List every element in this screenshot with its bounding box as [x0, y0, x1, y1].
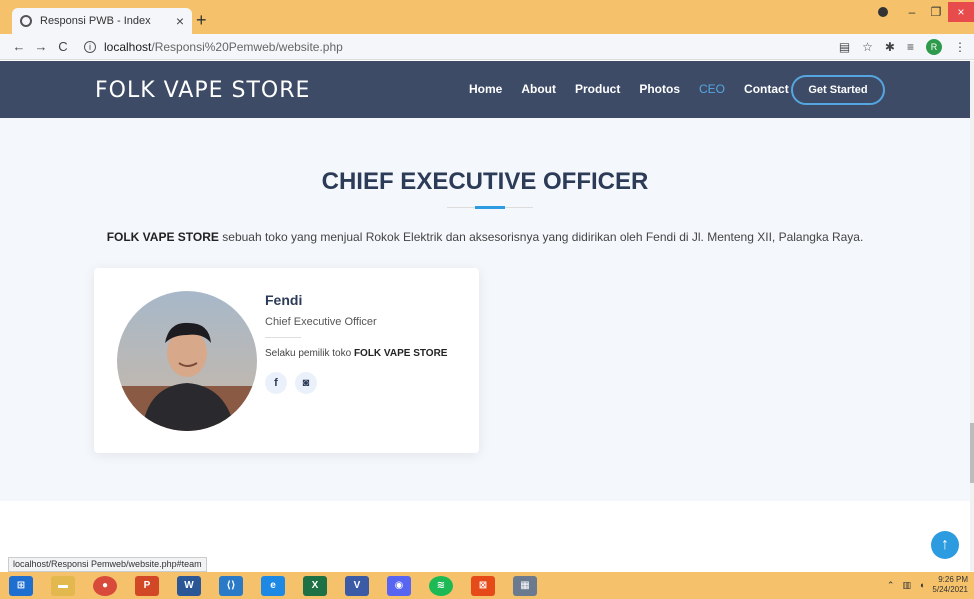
clock-date: 5/24/2021	[932, 585, 968, 594]
app-icon[interactable]: ▦	[513, 575, 537, 596]
tab-close-icon[interactable]: ×	[176, 13, 184, 29]
powerpoint-icon[interactable]: P	[135, 575, 159, 596]
spotify-icon[interactable]: ≋	[429, 575, 453, 596]
visio-icon[interactable]: V	[345, 575, 369, 596]
site-logo[interactable]: FOLK VAPE STORE	[95, 78, 310, 103]
page-scrollbar[interactable]	[970, 61, 974, 571]
link-status-url: localhost/Responsi Pemweb/website.php#te…	[8, 557, 207, 572]
url-path: /Responsi%20Pemweb/website.php	[151, 39, 343, 54]
url-host: localhost	[104, 39, 152, 54]
close-window-button[interactable]: ×	[948, 2, 974, 22]
back-to-top-button[interactable]: ↑	[931, 531, 959, 559]
browser-tab[interactable]: Responsi PWB - Index ×	[12, 8, 192, 34]
url-field[interactable]: i localhost /Responsi%20Pemweb/website.p…	[84, 40, 343, 54]
main-nav: Home About Product Photos CEO Contact	[469, 82, 789, 96]
nav-ceo[interactable]: CEO	[699, 82, 725, 96]
profile-avatar[interactable]: R	[926, 38, 942, 55]
reload-icon[interactable]: C	[52, 39, 74, 54]
member-name: Fendi	[265, 292, 303, 308]
scroll-thumb[interactable]	[970, 423, 974, 483]
nav-contact[interactable]: Contact	[744, 82, 789, 96]
back-icon[interactable]: ←	[8, 39, 30, 54]
star-icon[interactable]: ☆	[862, 40, 873, 54]
menu-icon[interactable]: ⋮	[954, 40, 966, 54]
tab-title: Responsi PWB - Index	[40, 15, 151, 27]
description-brand: FOLK VAPE STORE	[106, 230, 219, 244]
file-explorer-icon[interactable]: ▬	[51, 575, 75, 596]
member-card: Fendi Chief Executive Officer Selaku pem…	[94, 268, 479, 453]
address-bar: ← → C i localhost /Responsi%20Pemweb/web…	[0, 34, 974, 60]
new-tab-button[interactable]: +	[196, 10, 207, 31]
xampp-icon[interactable]: ⊠	[471, 575, 495, 596]
get-started-button[interactable]: Get Started	[791, 75, 885, 105]
window-controls: – ❐ ×	[878, 0, 974, 24]
system-tray: ⌃ ▥ ◖ 9:26 PM 5/24/2021	[887, 575, 968, 595]
member-role: Chief Executive Officer	[265, 316, 377, 328]
member-socials: f ◙	[265, 372, 317, 394]
section-title: CHIEF EXECUTIVE OFFICER	[321, 168, 649, 195]
discord-icon[interactable]: ◉	[387, 575, 411, 596]
network-icon[interactable]: ▥	[902, 580, 911, 591]
edge-icon[interactable]: e	[261, 575, 285, 596]
reading-list-icon[interactable]: ≡	[907, 40, 914, 54]
member-desc-brand: FOLK VAPE STORE	[353, 348, 448, 359]
start-icon[interactable]: ⊞	[9, 575, 33, 596]
instagram-icon[interactable]: ◙	[295, 372, 317, 394]
windows-taskbar: ⊞ ▬ ● P W ⟨⟩ e X V ◉ ≋ ⊠ ▦ ⌃ ▥ ◖ 9:26 PM…	[0, 572, 974, 599]
nav-photos[interactable]: Photos	[639, 82, 680, 96]
extensions-icon[interactable]: ✱	[885, 40, 895, 54]
facebook-icon[interactable]: f	[265, 372, 287, 394]
forward-icon[interactable]: →	[30, 39, 52, 54]
description-text: sebuah toko yang menjual Rokok Elektrik …	[218, 230, 864, 244]
word-icon[interactable]: W	[177, 575, 201, 596]
member-divider	[265, 337, 301, 338]
info-icon[interactable]: i	[84, 40, 96, 53]
member-description: Selaku pemilik toko FOLK VAPE STORE	[265, 348, 447, 359]
site-header: FOLK VAPE STORE Home About Product Photo…	[0, 61, 970, 118]
tray-chevron-icon[interactable]: ⌃	[887, 580, 895, 591]
restore-button[interactable]: ❐	[924, 5, 948, 19]
translate-icon[interactable]: ▤	[839, 40, 850, 54]
nav-home[interactable]: Home	[469, 82, 502, 96]
nav-about[interactable]: About	[521, 82, 556, 96]
nav-product[interactable]: Product	[575, 82, 620, 96]
vscode-icon[interactable]: ⟨⟩	[219, 575, 243, 596]
member-photo	[117, 291, 257, 431]
minimize-button[interactable]: –	[900, 5, 924, 19]
browser-tab-bar: Responsi PWB - Index × + – ❐ ×	[0, 0, 974, 34]
extension-icon[interactable]	[878, 7, 888, 17]
section-description: FOLK VAPE STORE sebuah toko yang menjual…	[0, 230, 970, 244]
taskbar-clock[interactable]: 9:26 PM 5/24/2021	[932, 575, 968, 595]
toolbar-icons: ▤ ☆ ✱ ≡ R ⋮	[839, 38, 966, 55]
member-desc-prefix: Selaku pemilik toko	[265, 348, 354, 359]
favicon-icon	[20, 15, 32, 27]
excel-icon[interactable]: X	[303, 575, 327, 596]
chrome-icon[interactable]: ●	[93, 575, 117, 596]
ceo-section: CHIEF EXECUTIVE OFFICER FOLK VAPE STORE …	[0, 118, 970, 501]
title-divider-accent	[475, 206, 505, 209]
volume-icon[interactable]: ◖	[919, 580, 924, 590]
clock-time: 9:26 PM	[938, 575, 968, 584]
